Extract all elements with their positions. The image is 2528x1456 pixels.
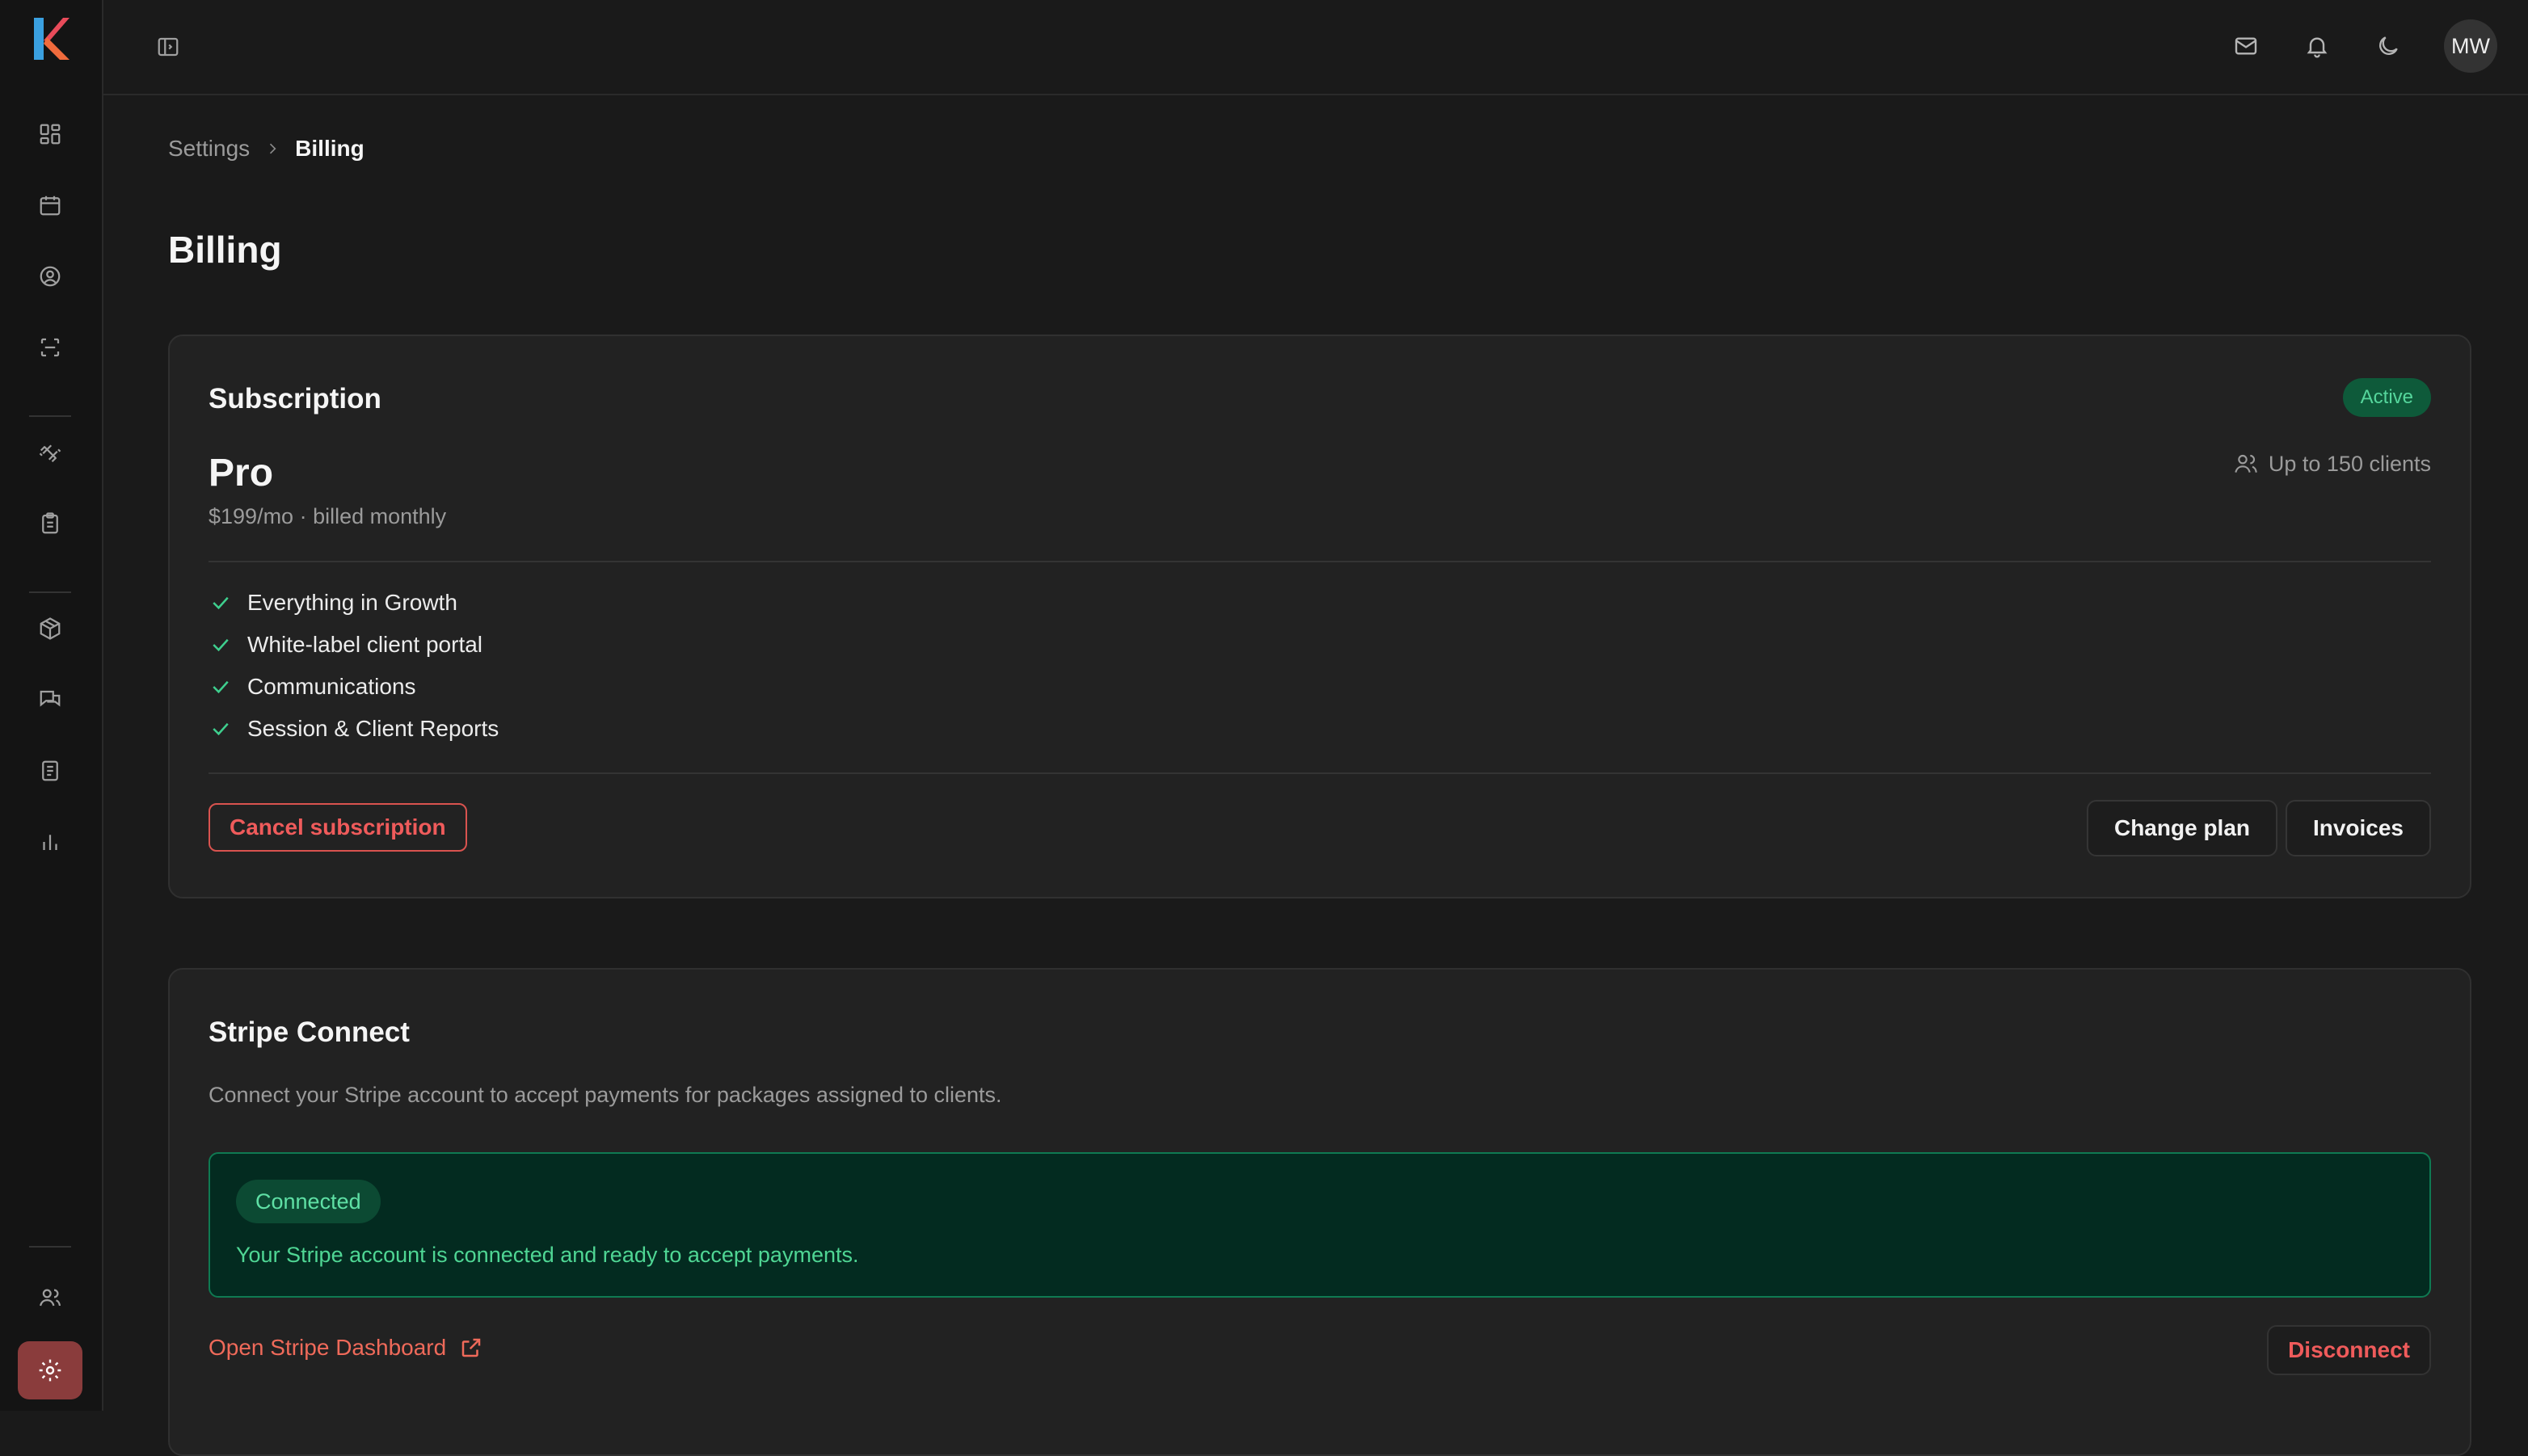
feature-item: Communications xyxy=(209,666,499,708)
plan-price: $199/mo · billed monthly xyxy=(209,504,447,528)
mail-icon[interactable] xyxy=(2224,24,2268,68)
subscription-title: Subscription xyxy=(209,383,381,414)
feature-label: Session & Client Reports xyxy=(247,716,499,741)
check-icon xyxy=(209,717,233,741)
check-icon xyxy=(209,675,233,699)
external-link-icon xyxy=(459,1336,483,1360)
subscription-card: Subscription Active Pro $199/mo · billed… xyxy=(168,335,2471,898)
user-circle-icon[interactable] xyxy=(31,257,70,296)
plan-limit-text: Up to 150 clients xyxy=(2268,451,2431,476)
nav-divider xyxy=(29,591,71,593)
feature-item: White-label client portal xyxy=(209,624,499,666)
page-title: Billing xyxy=(168,229,282,271)
clipboard-icon[interactable] xyxy=(31,504,70,543)
settings-icon[interactable] xyxy=(18,1341,82,1399)
breadcrumb: Settings Billing xyxy=(168,136,364,162)
disconnect-button[interactable]: Disconnect xyxy=(2267,1325,2431,1375)
feature-list: Everything in Growth White-label client … xyxy=(209,582,499,750)
stripe-description: Connect your Stripe account to accept pa… xyxy=(209,1083,1002,1107)
package-icon[interactable] xyxy=(31,609,70,648)
nav-divider xyxy=(29,1246,71,1248)
bar-chart-icon[interactable] xyxy=(31,823,70,861)
status-badge: Active xyxy=(2342,378,2431,417)
scan-icon[interactable] xyxy=(31,328,70,367)
nav-divider xyxy=(29,415,71,417)
users-icon[interactable] xyxy=(31,1278,70,1317)
stripe-status-panel: Connected Your Stripe account is connect… xyxy=(209,1152,2431,1298)
open-stripe-dashboard-link[interactable]: Open Stripe Dashboard xyxy=(209,1335,483,1361)
plan-limit: Up to 150 clients xyxy=(2233,451,2431,477)
breadcrumb-current: Billing xyxy=(295,136,364,161)
stripe-connect-card: Stripe Connect Connect your Stripe accou… xyxy=(168,968,2471,1456)
divider xyxy=(209,772,2431,774)
bell-icon[interactable] xyxy=(2295,24,2339,68)
calendar-icon[interactable] xyxy=(31,186,70,225)
breadcrumb-settings-link[interactable]: Settings xyxy=(168,136,250,162)
check-icon xyxy=(209,591,233,615)
stripe-link-label: Open Stripe Dashboard xyxy=(209,1335,447,1360)
cancel-subscription-button[interactable]: Cancel subscription xyxy=(209,803,467,852)
chevron-right-icon xyxy=(264,141,280,157)
stripe-title: Stripe Connect xyxy=(209,1016,410,1048)
top-bar: MW xyxy=(103,0,2528,95)
messages-icon[interactable] xyxy=(31,680,70,719)
feature-item: Everything in Growth xyxy=(209,582,499,624)
connected-badge: Connected xyxy=(236,1180,381,1223)
users-icon xyxy=(2233,451,2259,477)
change-plan-button[interactable]: Change plan xyxy=(2086,800,2277,856)
sidebar-toggle-icon[interactable] xyxy=(149,27,187,66)
app-logo[interactable] xyxy=(31,16,71,61)
connected-message: Your Stripe account is connected and rea… xyxy=(236,1243,859,1267)
sidebar xyxy=(0,0,103,1411)
check-icon xyxy=(209,633,233,657)
avatar[interactable]: MW xyxy=(2444,19,2497,73)
invoices-button[interactable]: Invoices xyxy=(2285,800,2431,856)
feature-item: Session & Client Reports xyxy=(209,708,499,750)
dumbbell-icon[interactable] xyxy=(31,433,70,472)
dashboard-icon[interactable] xyxy=(31,115,70,154)
feature-label: Communications xyxy=(247,674,416,699)
moon-icon[interactable] xyxy=(2366,24,2410,68)
divider xyxy=(209,561,2431,562)
feature-label: Everything in Growth xyxy=(247,590,457,615)
feature-label: White-label client portal xyxy=(247,632,483,657)
document-icon[interactable] xyxy=(31,751,70,790)
plan-name: Pro xyxy=(209,452,274,494)
